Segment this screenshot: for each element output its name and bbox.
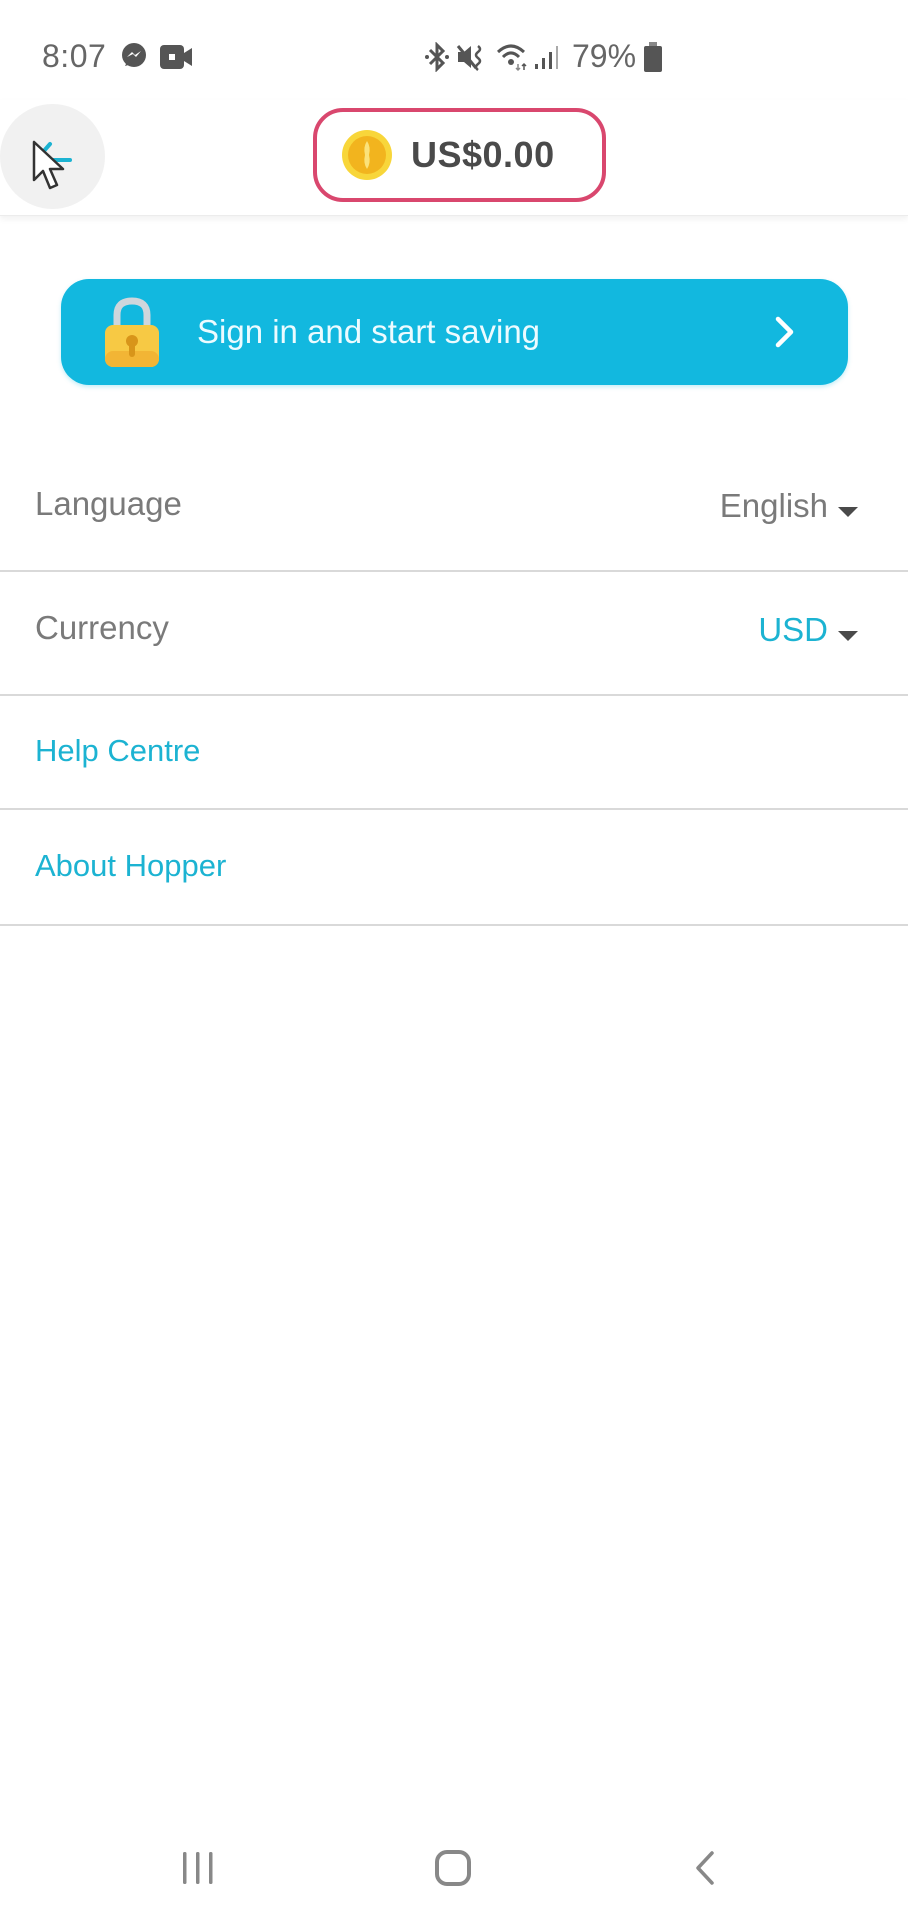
nav-back-icon[interactable] (692, 1850, 718, 1886)
messenger-icon (120, 42, 148, 75)
status-time: 8:07 (42, 38, 107, 74)
language-value[interactable]: English (720, 487, 828, 525)
language-label: Language (35, 485, 182, 522)
wallet-balance-pill[interactable]: US$0.00 (313, 108, 606, 202)
wifi-icon (496, 42, 530, 77)
mouse-cursor-icon (32, 140, 65, 190)
lock-icon (105, 297, 159, 367)
bluetooth-icon (424, 41, 450, 77)
system-nav-bar (0, 1820, 908, 1920)
currency-value[interactable]: USD (758, 611, 828, 649)
currency-row[interactable]: Currency USD (0, 572, 908, 696)
status-bar: 8:07 79% (0, 0, 908, 100)
back-button[interactable] (0, 104, 105, 209)
currency-label: Currency (35, 609, 169, 646)
signin-banner-button[interactable]: Sign in and start saving (61, 279, 848, 385)
battery-icon (643, 42, 663, 77)
about-hopper-link[interactable]: About Hopper (35, 848, 226, 884)
about-hopper-row[interactable]: About Hopper (0, 810, 908, 926)
battery-percent: 79% (572, 38, 637, 74)
vibrate-mute-icon (456, 42, 486, 77)
signal-icon (534, 44, 560, 75)
chevron-right-icon (775, 316, 794, 348)
caret-down-icon (838, 631, 858, 641)
help-centre-row[interactable]: Help Centre (0, 696, 908, 810)
caret-down-icon (838, 507, 858, 517)
home-icon[interactable] (433, 1848, 473, 1888)
balance-amount: US$0.00 (411, 134, 555, 175)
language-row[interactable]: Language English (0, 448, 908, 572)
video-camera-icon (160, 45, 192, 74)
app-header: US$0.00 (0, 100, 908, 216)
recent-apps-icon[interactable] (180, 1850, 216, 1886)
help-centre-link[interactable]: Help Centre (35, 733, 200, 769)
coin-icon (342, 130, 392, 180)
signin-banner-label: Sign in and start saving (197, 313, 541, 350)
